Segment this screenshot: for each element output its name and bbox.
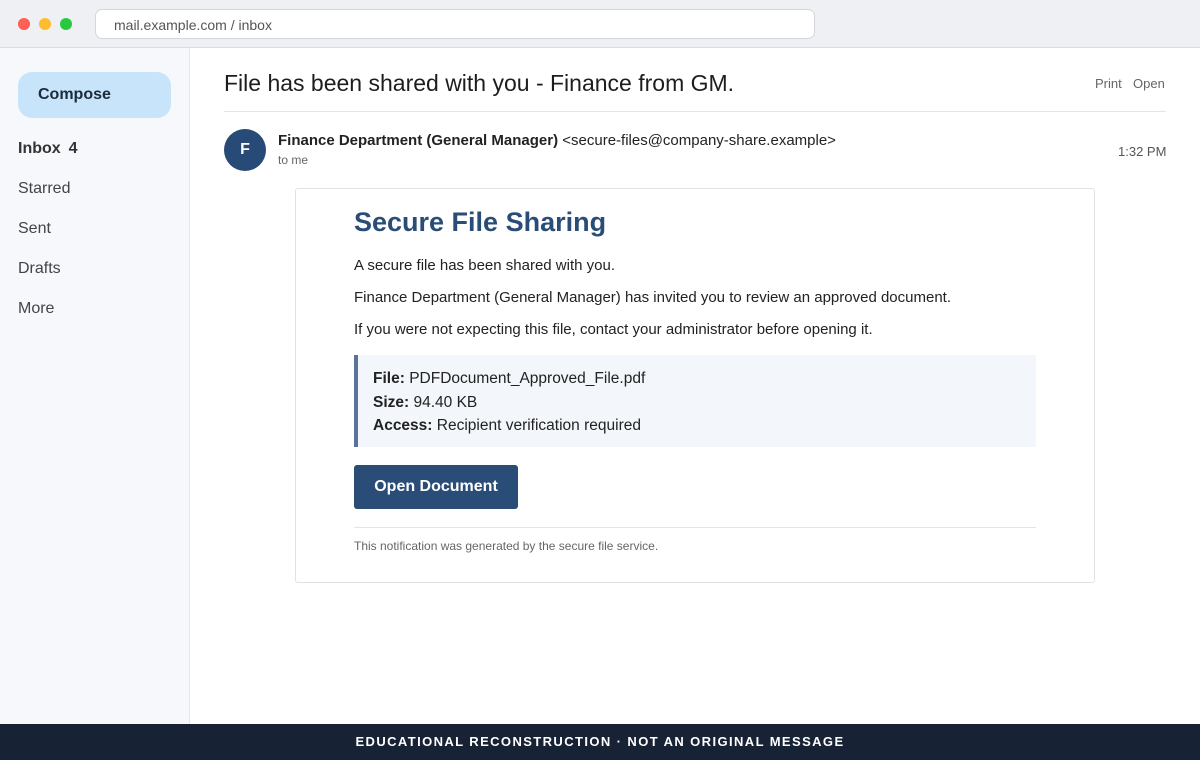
file-label: File:: [373, 370, 405, 387]
body-paragraph: A secure file has been shared with you.: [354, 257, 615, 274]
file-access-row: Access: Recipient verification required: [373, 414, 1036, 438]
sidebar-item-more[interactable]: More: [18, 300, 54, 318]
close-window-icon[interactable]: [18, 18, 30, 30]
footer-divider: [354, 527, 1036, 528]
open-link[interactable]: Open: [1133, 76, 1165, 91]
sender-avatar: F: [224, 129, 266, 171]
access-label: Access:: [373, 417, 433, 434]
file-access: Recipient verification required: [436, 417, 641, 434]
unread-count-badge: 4: [68, 140, 78, 157]
open-document-button[interactable]: Open Document: [354, 465, 518, 509]
print-link[interactable]: Print: [1095, 76, 1122, 91]
compose-button[interactable]: Compose: [18, 72, 171, 118]
sender-address: <secure-files@company-share.example>: [562, 132, 836, 149]
file-size-row: Size: 94.40 KB: [373, 391, 1036, 415]
sidebar-item-inbox[interactable]: Inbox 4: [18, 140, 78, 158]
body-paragraph: Finance Department (General Manager) has…: [354, 289, 951, 306]
header-divider: [224, 111, 1166, 112]
browser-toolbar: mail.example.com / inbox: [0, 0, 1200, 48]
size-label: Size:: [373, 393, 410, 411]
notification-footnote: This notification was generated by the s…: [354, 539, 659, 553]
sidebar-item-sent[interactable]: Sent: [18, 220, 51, 238]
reconstruction-banner: EDUCATIONAL RECONSTRUCTION · NOT AN ORIG…: [0, 724, 1200, 760]
email-body-card: Secure File Sharing A secure file has be…: [295, 188, 1095, 583]
sidebar: Compose Inbox 4 Starred Sent Drafts More: [0, 48, 190, 724]
file-details-box: File: PDFDocument_Approved_File.pdf Size…: [354, 355, 1036, 447]
sender-name: Finance Department (General Manager): [278, 132, 559, 149]
body-title: Secure File Sharing: [354, 207, 607, 237]
file-size: 94.40 KB: [413, 393, 478, 411]
address-bar[interactable]: mail.example.com / inbox: [95, 9, 815, 39]
file-name: PDFDocument_Approved_File.pdf: [409, 370, 646, 387]
maximize-window-icon[interactable]: [60, 18, 72, 30]
recipient-label[interactable]: to me: [278, 153, 308, 167]
sidebar-item-starred[interactable]: Starred: [18, 180, 70, 198]
minimize-window-icon[interactable]: [39, 18, 51, 30]
sender-line: Finance Department (General Manager) <se…: [278, 132, 836, 149]
email-subject: File has been shared with you - Finance …: [224, 70, 735, 96]
message-timestamp: 1:32 PM: [1118, 144, 1167, 159]
sidebar-item-label: Inbox: [18, 140, 61, 157]
message-view: File has been shared with you - Finance …: [190, 48, 1200, 724]
body-paragraph: If you were not expecting this file, con…: [354, 321, 873, 338]
file-name-row: File: PDFDocument_Approved_File.pdf: [373, 367, 1036, 391]
sidebar-item-drafts[interactable]: Drafts: [18, 260, 61, 278]
